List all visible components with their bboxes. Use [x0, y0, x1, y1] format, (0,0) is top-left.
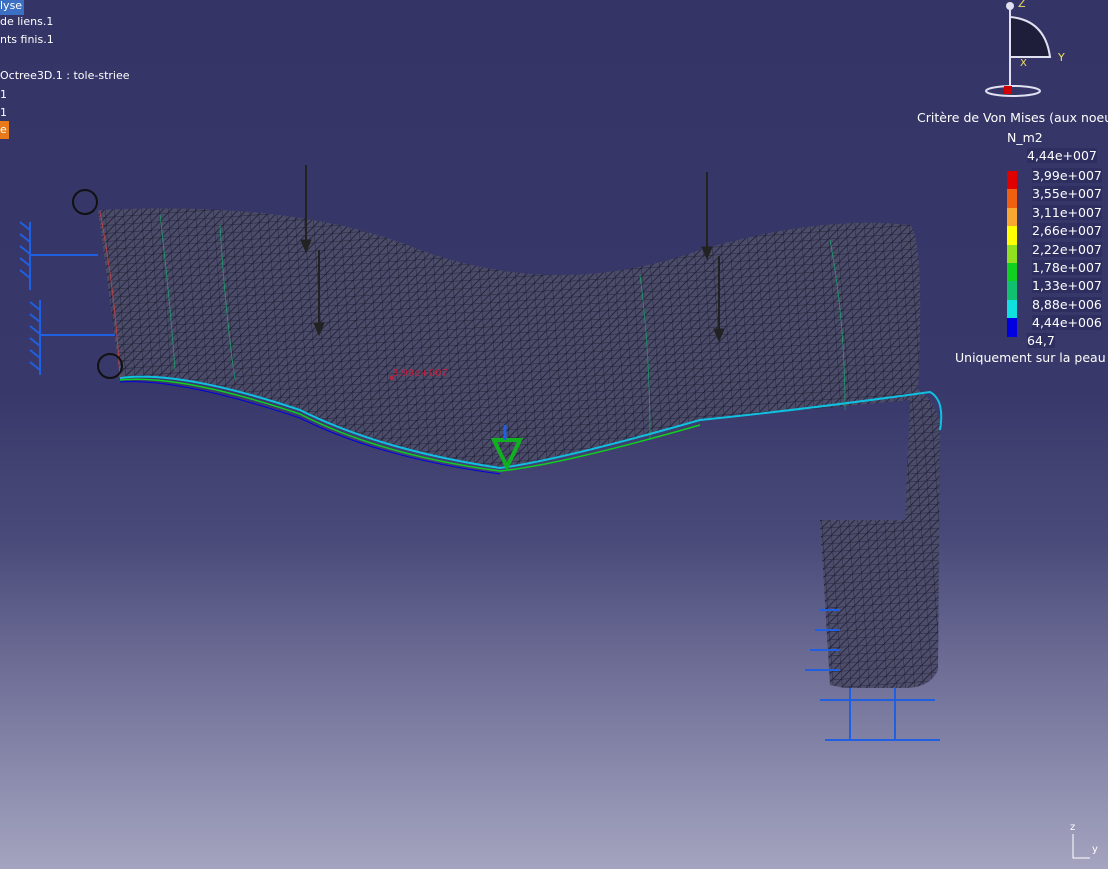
legend-level-label: 4,44e+006: [1032, 315, 1102, 331]
legend-swatch: [1007, 244, 1017, 263]
legend-level-label: 3,99e+007: [1032, 168, 1102, 183]
legend-unit: N_m2: [1007, 130, 1043, 145]
legend-swatch: [1007, 189, 1017, 208]
legend-max: 4,44e+007: [1027, 148, 1097, 163]
3d-viewport[interactable]: Z Y X: [0, 0, 1108, 869]
legend-level-label: 3,55e+007: [1032, 186, 1102, 202]
legend-level-label: 1,33e+007: [1032, 278, 1102, 294]
legend-swatch: [1007, 226, 1017, 245]
legend-level-label: 2,66e+007: [1032, 223, 1102, 239]
probe-value-label: 3,99e+007: [392, 368, 448, 379]
compass-icon[interactable]: Z Y X: [985, 0, 1065, 97]
legend-swatch: [1007, 171, 1017, 190]
svg-text:Z: Z: [1018, 0, 1026, 10]
legend-swatch: [1007, 207, 1017, 227]
legend-swatch: [1007, 281, 1017, 300]
svg-text:X: X: [1020, 58, 1027, 69]
mesh-part[interactable]: [98, 208, 943, 689]
legend-note: Uniquement sur la peau: [955, 350, 1106, 365]
legend-swatch: [1007, 299, 1017, 319]
legend-level-label: 3,11e+007: [1032, 204, 1102, 220]
legend-level-label: 1,78e+007: [1032, 260, 1102, 275]
legend-level-label: 2,22e+007: [1032, 241, 1102, 257]
legend-swatch: [1007, 263, 1017, 282]
legend-title: Critère de Von Mises (aux noeuds: [917, 110, 1108, 125]
legend-min: 64,7: [1027, 333, 1055, 348]
legend-swatch: [1007, 318, 1017, 337]
svg-text:Y: Y: [1057, 51, 1065, 64]
legend-level-label: 8,88e+006: [1032, 296, 1102, 312]
